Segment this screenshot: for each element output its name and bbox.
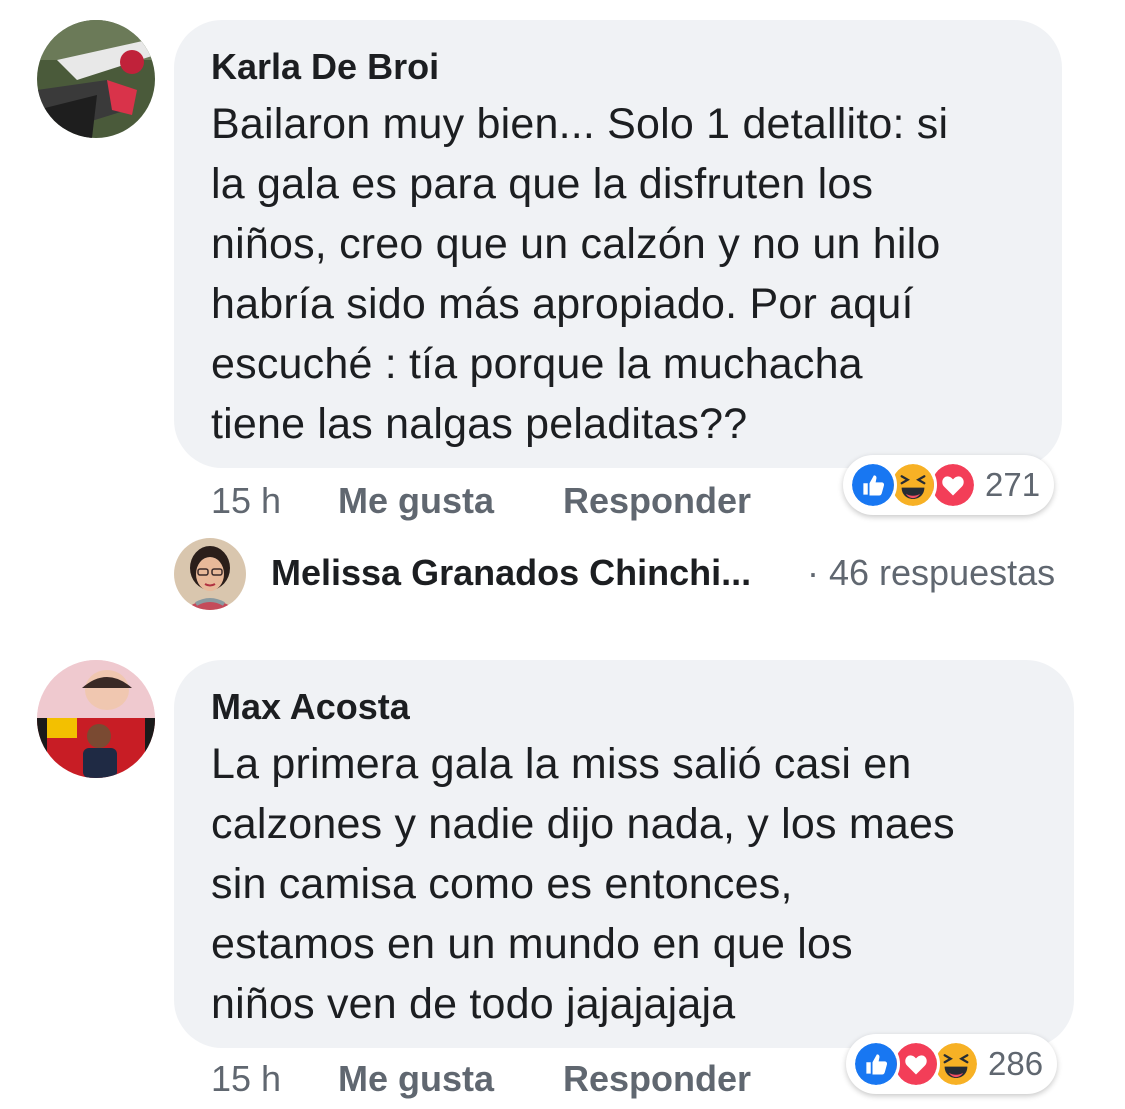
comment-bubble-2: Max Acosta La primera gala la miss salió…: [174, 660, 1074, 1048]
avatar-max-photo: [37, 660, 155, 778]
avatar-melissa-photo: [174, 538, 246, 610]
replies-preview-name: Melissa Granados Chinchi...: [271, 552, 752, 593]
comment-text-2: La primera gala la miss salió casi en ca…: [211, 740, 955, 1028]
comment-author-1[interactable]: Karla De Broi: [211, 46, 439, 88]
avatar-max[interactable]: [37, 660, 155, 778]
reactions-summary-1[interactable]: 271: [843, 455, 1055, 515]
avatar-karla[interactable]: [37, 20, 155, 138]
reaction-count-1: 271: [985, 466, 1041, 503]
reaction-count-2: 286: [988, 1045, 1044, 1082]
like-button-2[interactable]: Me gusta: [338, 1058, 494, 1100]
like-button-1[interactable]: Me gusta: [338, 480, 494, 522]
reply-button-1[interactable]: Responder: [563, 480, 751, 522]
comment-time-1[interactable]: 15 h: [211, 480, 281, 522]
comment-text-1: Bailaron muy bien... Solo 1 detallito: s…: [211, 100, 949, 448]
replies-count: · 46 respuestas: [807, 552, 1056, 593]
like-icon: [852, 1040, 900, 1088]
reactions-summary-2[interactable]: 286: [846, 1034, 1058, 1094]
avatar-melissa: [174, 538, 246, 610]
avatar-karla-photo: [37, 20, 155, 138]
reply-button-2[interactable]: Responder: [563, 1058, 751, 1100]
comment-time-2[interactable]: 15 h: [211, 1058, 281, 1100]
comment-author-2[interactable]: Max Acosta: [211, 686, 410, 728]
comment-bubble-1: Karla De Broi Bailaron muy bien... Solo …: [174, 20, 1062, 468]
like-icon: [849, 461, 897, 509]
comments-page: Karla De Broi Bailaron muy bien... Solo …: [0, 0, 1125, 1109]
view-replies-link[interactable]: Melissa Granados Chinchi... · 46 respues…: [174, 538, 1104, 610]
